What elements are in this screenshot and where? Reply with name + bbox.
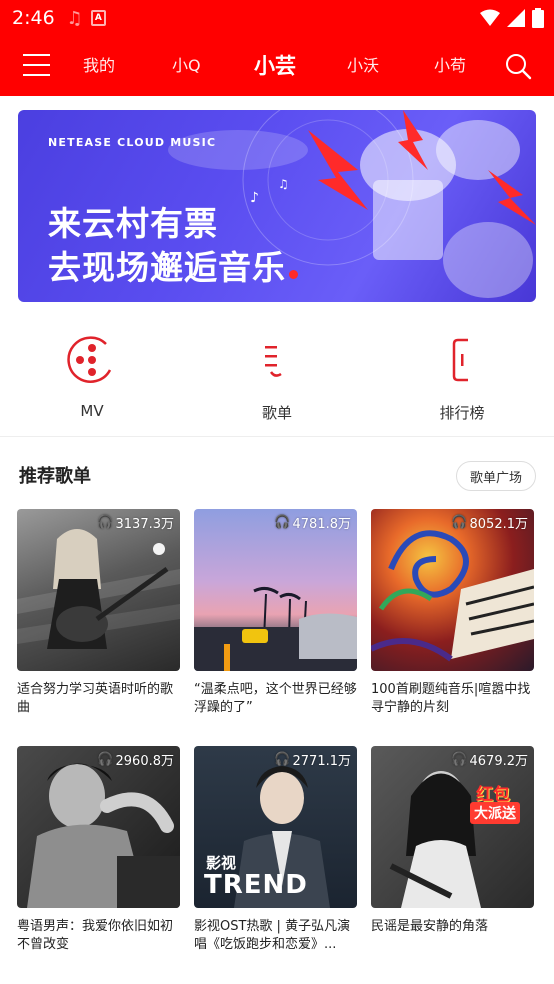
quick-links: MV 歌单 排行榜 xyxy=(0,330,554,430)
banner-brand: NETEASE CLOUD MUSIC xyxy=(48,136,217,149)
playlist-card[interactable]: 🎧 2960.8万 粤语男声：我爱你依旧如初不曾改变 xyxy=(17,746,180,954)
play-count: 🎧 8052.1万 xyxy=(451,515,528,532)
cover-art xyxy=(194,586,357,671)
tab-xiaogou[interactable]: 小苟 xyxy=(434,36,466,96)
cover-art xyxy=(27,763,180,908)
music-note-icon: ♫ xyxy=(66,7,83,29)
cover-art xyxy=(17,529,180,649)
quick-link-label: 排行榜 xyxy=(439,404,485,422)
menu-button[interactable] xyxy=(23,54,50,78)
cover-art xyxy=(371,530,534,662)
banner-dot-icon xyxy=(289,270,298,279)
playlist-cover: 🎧 8052.1万 xyxy=(371,509,534,671)
section-title: 推荐歌单 xyxy=(19,466,91,487)
signal-icon xyxy=(507,9,525,27)
play-count: 🎧 3137.3万 xyxy=(97,515,174,532)
playlist-title: 民谣是最安静的角落 xyxy=(371,919,489,934)
chart-phone-icon xyxy=(452,338,468,382)
headphones-icon: 🎧 xyxy=(451,752,468,767)
playlist-card[interactable]: 🎧 8052.1万 100首刷题纯音乐|喧嚣中找寻宁静的片刻 xyxy=(371,509,534,717)
battery-icon xyxy=(532,8,544,28)
banner-line-1: 来云村有票 xyxy=(48,204,218,243)
playlist-title: 100首刷题纯音乐|喧嚣中找寻宁静的片刻 xyxy=(371,682,531,715)
playlist-title: “温柔点吧，这个世界已经够浮躁的了” xyxy=(194,682,357,715)
svg-text:♫: ♫ xyxy=(278,177,289,191)
playlist-cover: 红包 大派送 🎧 4679.2万 xyxy=(371,746,534,908)
quick-link-playlist[interactable]: 歌单 xyxy=(217,330,337,423)
mv-disc-icon xyxy=(67,336,112,383)
quick-link-label: MV xyxy=(80,402,104,420)
headphones-icon: 🎧 xyxy=(274,515,291,530)
playlist-title: 影视OST热歌 | 黄子弘凡演唱《吃饭跑步和恋爱》... xyxy=(194,919,351,952)
red-envelope-badge[interactable]: 红包 大派送 xyxy=(468,762,528,832)
play-count: 🎧 4781.8万 xyxy=(274,515,351,532)
playlist-icon xyxy=(265,346,282,377)
a-icon: A xyxy=(90,10,106,26)
playlist-title: 适合努力学习英语时听的歌曲 xyxy=(17,682,174,715)
status-icons xyxy=(480,8,544,28)
play-count: 🎧 4679.2万 xyxy=(451,752,528,769)
playlist-card[interactable]: 红包 大派送 🎧 4679.2万 民谣是最安静的角落 xyxy=(371,746,534,954)
playlist-cover: 影视 TREND 🎧 2771.1万 xyxy=(194,746,357,908)
playlist-card[interactable]: 影视 TREND 🎧 2771.1万 影视OST热歌 | 黄子弘凡演唱《吃饭跑步和… xyxy=(194,746,357,954)
headphones-icon: 🎧 xyxy=(97,752,114,767)
playlist-cover: 🎧 3137.3万 xyxy=(17,509,180,671)
status-bar: 2:46 ♫ A xyxy=(0,0,554,36)
play-count: 🎧 2960.8万 xyxy=(97,752,174,769)
promo-banner[interactable]: ♪ ♫ NETEASE CLOUD MUSIC 来云村有票 去现场邂逅音乐 xyxy=(18,110,536,302)
playlist-title: 粤语男声：我爱你依旧如初不曾改变 xyxy=(17,919,174,952)
playlist-card[interactable]: 🎧 4781.8万 “温柔点吧，这个世界已经够浮躁的了” xyxy=(194,509,357,717)
banner-headline: 来云村有票 去现场邂逅音乐 xyxy=(48,202,298,290)
quick-link-charts[interactable]: 排行榜 xyxy=(402,330,522,423)
search-icon[interactable] xyxy=(504,52,532,80)
banner-line-2: 去现场邂逅音乐 xyxy=(48,248,286,287)
wifi-icon xyxy=(480,9,500,26)
playlist-cover: 🎧 4781.8万 xyxy=(194,509,357,671)
play-count: 🎧 2771.1万 xyxy=(274,752,351,769)
headphones-icon: 🎧 xyxy=(451,515,468,530)
quick-link-mv[interactable]: MV xyxy=(32,330,152,420)
tab-xiaoq[interactable]: 小Q xyxy=(172,36,201,96)
section-divider xyxy=(0,436,554,437)
tab-xiaoyun[interactable]: 小芸 xyxy=(254,36,296,96)
tab-xiaowo[interactable]: 小沃 xyxy=(347,36,379,96)
headphones-icon: 🎧 xyxy=(97,515,114,530)
quick-link-label: 歌单 xyxy=(261,404,292,422)
playlist-cover: 🎧 2960.8万 xyxy=(17,746,180,908)
headphones-icon: 🎧 xyxy=(274,752,291,767)
playlist-square-button[interactable]: 歌单广场 xyxy=(456,461,536,491)
status-time: 2:46 xyxy=(12,7,55,29)
top-nav: 我的 小Q 小芸 小沃 小苟 xyxy=(0,36,554,96)
playlist-card[interactable]: 🎧 3137.3万 适合努力学习英语时听的歌曲 xyxy=(17,509,180,717)
tab-mine[interactable]: 我的 xyxy=(83,36,115,96)
cover-label-2: 大派送 xyxy=(470,802,520,824)
cover-label-2: TREND xyxy=(204,870,308,900)
